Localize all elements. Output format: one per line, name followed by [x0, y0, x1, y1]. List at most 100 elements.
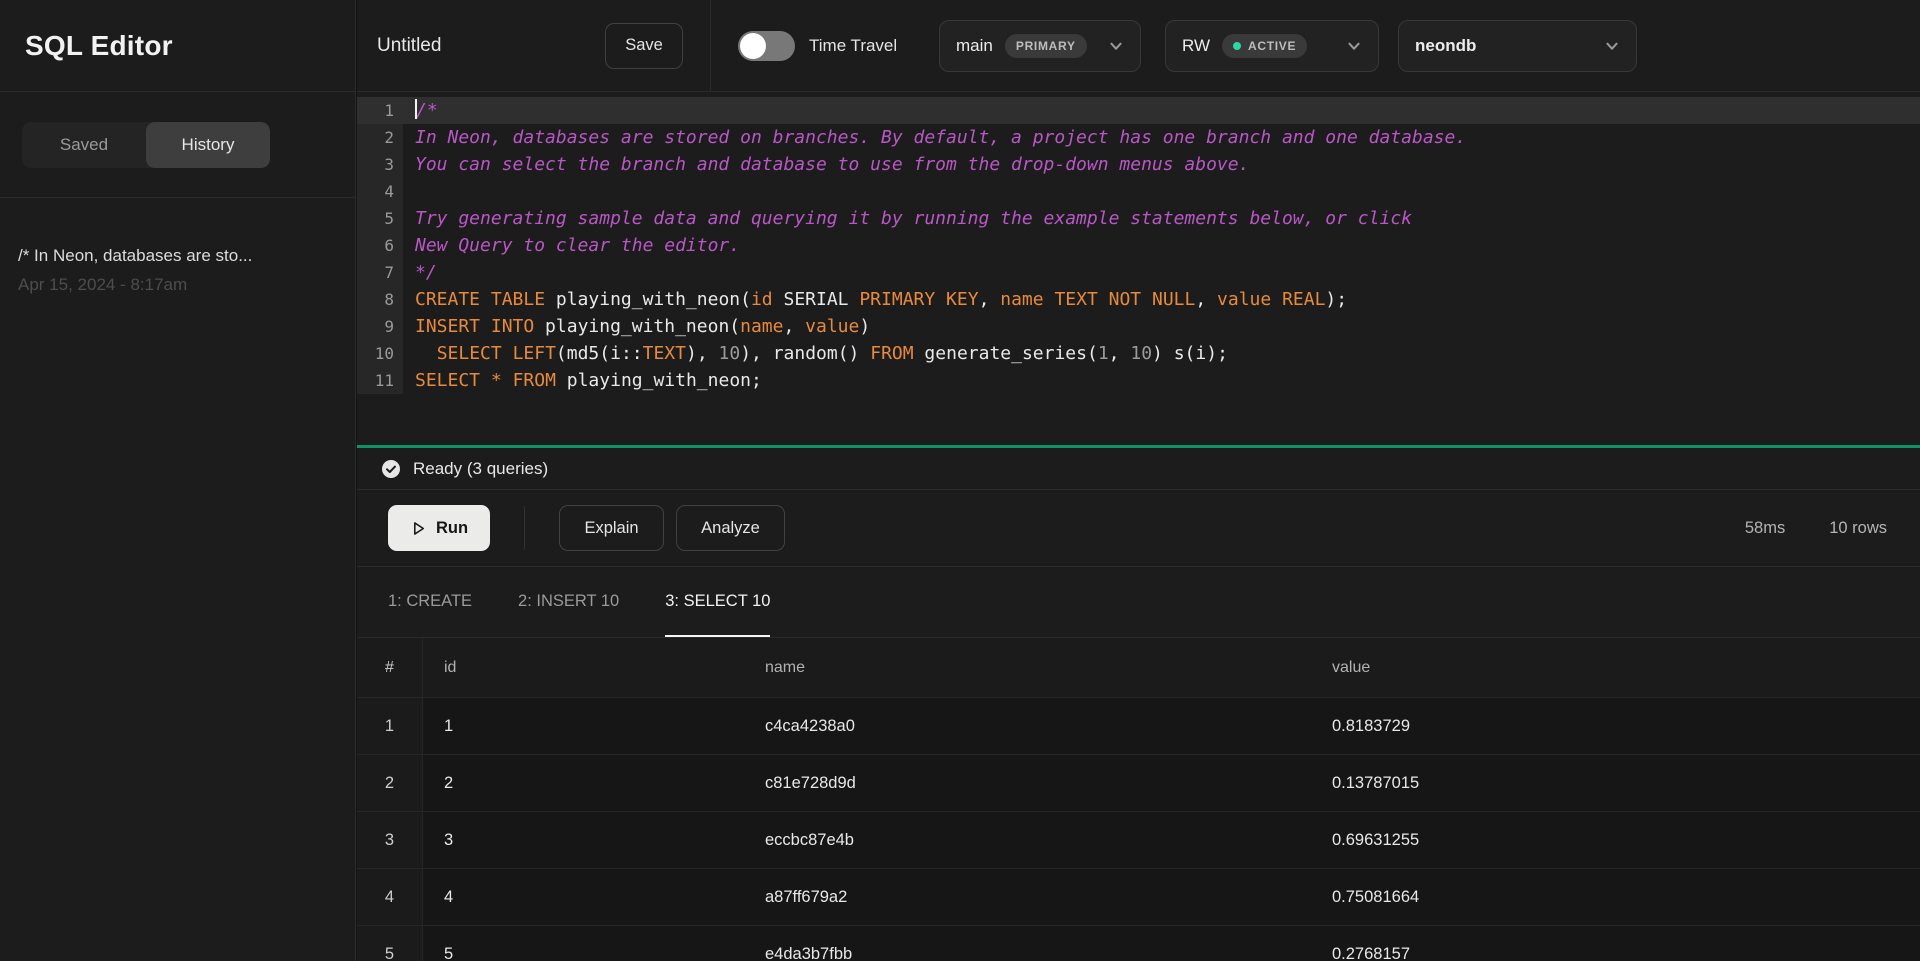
query-name[interactable]: Untitled: [377, 35, 605, 57]
result-tab-3[interactable]: 3: SELECT 10: [665, 567, 770, 637]
line-number: 7: [357, 259, 403, 286]
code-line: */: [403, 259, 1920, 286]
table-cell: a87ff679a2: [744, 869, 1311, 925]
results-table: #idnamevalue 11c4ca4238a00.818372922c81e…: [357, 638, 1920, 961]
topbar: Untitled Save Time Travel main PRIMARY R…: [357, 0, 1920, 92]
editor-line[interactable]: 6New Query to clear the editor.: [357, 232, 1920, 259]
chevron-down-icon: [1108, 38, 1124, 54]
code-line: CREATE TABLE playing_with_neon(id SERIAL…: [403, 286, 1920, 313]
code-line: [403, 178, 1920, 205]
play-icon: [410, 520, 427, 537]
actions-row: Run Explain Analyze 58ms 10 rows: [357, 490, 1920, 567]
table-cell: 0.13787015: [1311, 755, 1920, 811]
run-button-label: Run: [436, 519, 468, 538]
table-cell: 0.75081664: [1311, 869, 1920, 925]
editor-line[interactable]: 2In Neon, databases are stored on branch…: [357, 124, 1920, 151]
text-caret: [415, 99, 417, 119]
sidebar: SQL Editor SavedHistory /* In Neon, data…: [0, 0, 356, 961]
column-header: #: [357, 638, 423, 697]
database-dropdown[interactable]: neondb: [1398, 20, 1637, 72]
sidebar-tab-history[interactable]: History: [146, 122, 270, 168]
editor-line[interactable]: 9INSERT INTO playing_with_neon(name, val…: [357, 313, 1920, 340]
editor-line[interactable]: 4: [357, 178, 1920, 205]
actions-divider: [524, 507, 525, 549]
compute-active-badge: ACTIVE: [1222, 34, 1307, 58]
row-index-cell: 2: [357, 755, 423, 811]
table-header-row: #idnamevalue: [357, 638, 1920, 698]
toggle-knob: [740, 33, 766, 59]
table-cell: eccbc87e4b: [744, 812, 1311, 868]
editor-line[interactable]: 11SELECT * FROM playing_with_neon;: [357, 367, 1920, 394]
query-row-count: 10 rows: [1829, 519, 1887, 538]
table-row[interactable]: 44a87ff679a20.75081664: [357, 869, 1920, 926]
page-title: SQL Editor: [25, 30, 173, 62]
code-line: In Neon, databases are stored on branche…: [403, 124, 1920, 151]
time-travel-label: Time Travel: [809, 36, 939, 56]
column-header: id: [423, 638, 744, 697]
code-line: SELECT * FROM playing_with_neon;: [403, 367, 1920, 394]
editor-line[interactable]: 1/*: [357, 97, 1920, 124]
topbar-divider: [710, 0, 711, 92]
sql-editor[interactable]: 1/*2In Neon, databases are stored on bra…: [357, 92, 1920, 445]
compute-dropdown[interactable]: RW ACTIVE: [1165, 20, 1379, 72]
query-duration: 58ms: [1745, 519, 1785, 538]
active-status-dot: [1233, 42, 1241, 50]
table-cell: 3: [423, 812, 744, 868]
compute-name: RW: [1182, 36, 1210, 56]
row-index-cell: 5: [357, 926, 423, 961]
sidebar-tab-saved[interactable]: Saved: [22, 122, 146, 168]
table-row[interactable]: 11c4ca4238a00.8183729: [357, 698, 1920, 755]
line-number: 11: [357, 367, 403, 394]
editor-line[interactable]: 3You can select the branch and database …: [357, 151, 1920, 178]
code-line: /*: [403, 97, 1920, 124]
editor-line[interactable]: 10 SELECT LEFT(md5(i::TEXT), 10), random…: [357, 340, 1920, 367]
editor-line[interactable]: 5Try generating sample data and querying…: [357, 205, 1920, 232]
branch-name: main: [956, 36, 993, 56]
table-row[interactable]: 55e4da3b7fbb0.2768157: [357, 926, 1920, 961]
line-number: 6: [357, 232, 403, 259]
history-list: /* In Neon, databases are sto... Apr 15,…: [0, 198, 355, 295]
editor-line[interactable]: 8CREATE TABLE playing_with_neon(id SERIA…: [357, 286, 1920, 313]
table-cell: 5: [423, 926, 744, 961]
run-button[interactable]: Run: [388, 505, 490, 551]
code-line: New Query to clear the editor.: [403, 232, 1920, 259]
result-tab-1[interactable]: 1: CREATE: [388, 567, 472, 637]
table-row[interactable]: 22c81e728d9d0.13787015: [357, 755, 1920, 812]
table-cell: 4: [423, 869, 744, 925]
history-item[interactable]: /* In Neon, databases are sto... Apr 15,…: [18, 246, 337, 295]
time-travel-toggle[interactable]: [738, 31, 795, 61]
line-number: 3: [357, 151, 403, 178]
chevron-down-icon: [1346, 38, 1362, 54]
chevron-down-icon: [1604, 38, 1620, 54]
row-index-cell: 4: [357, 869, 423, 925]
branch-primary-badge: PRIMARY: [1005, 34, 1087, 58]
editor-line[interactable]: 7*/: [357, 259, 1920, 286]
table-cell: c81e728d9d: [744, 755, 1311, 811]
sidebar-header: SQL Editor: [0, 0, 355, 92]
line-number: 2: [357, 124, 403, 151]
line-number: 8: [357, 286, 403, 313]
result-tab-2[interactable]: 2: INSERT 10: [518, 567, 619, 637]
analyze-button[interactable]: Analyze: [676, 505, 785, 551]
column-header: value: [1311, 638, 1920, 697]
code-line: Try generating sample data and querying …: [403, 205, 1920, 232]
line-number: 10: [357, 340, 403, 367]
table-cell: 0.8183729: [1311, 698, 1920, 754]
code-line: SELECT LEFT(md5(i::TEXT), 10), random() …: [403, 340, 1920, 367]
code-line: You can select the branch and database t…: [403, 151, 1920, 178]
line-number: 5: [357, 205, 403, 232]
table-cell: e4da3b7fbb: [744, 926, 1311, 961]
sidebar-tabs-section: SavedHistory: [0, 92, 355, 198]
history-item-date: Apr 15, 2024 - 8:17am: [18, 275, 337, 295]
database-name: neondb: [1415, 36, 1476, 56]
table-cell: 0.2768157: [1311, 926, 1920, 961]
save-button[interactable]: Save: [605, 23, 683, 69]
editor-lines: 1/*2In Neon, databases are stored on bra…: [357, 97, 1920, 394]
table-body: 11c4ca4238a00.818372922c81e728d9d0.13787…: [357, 698, 1920, 961]
table-cell: 2: [423, 755, 744, 811]
column-header: name: [744, 638, 1311, 697]
row-index-cell: 3: [357, 812, 423, 868]
table-row[interactable]: 33eccbc87e4b0.69631255: [357, 812, 1920, 869]
explain-button[interactable]: Explain: [559, 505, 664, 551]
branch-dropdown[interactable]: main PRIMARY: [939, 20, 1141, 72]
